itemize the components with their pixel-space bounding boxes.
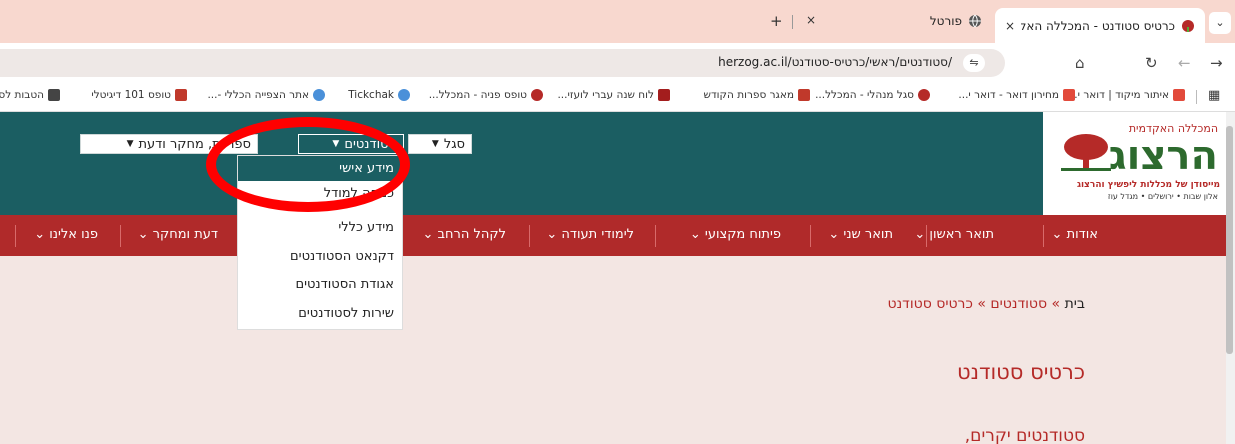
bookmark-icon <box>48 89 60 101</box>
bookmark-icon <box>531 89 543 101</box>
chevron-down-icon: ▼ <box>431 139 439 149</box>
chevron-down-icon: ⌄ <box>546 227 558 242</box>
menu-staff[interactable]: סגל ▼ <box>408 134 472 154</box>
tab-separator <box>792 15 793 29</box>
tab-search-chevron-icon[interactable]: ⌄ <box>1209 12 1231 34</box>
reload-icon[interactable]: ↻ <box>1145 54 1158 72</box>
scrollbar-thumb[interactable] <box>1226 126 1233 354</box>
breadcrumb: בית » סטודנטים » כרטיס סטודנט <box>888 296 1086 312</box>
browser-tab-bar: ⌄ כרטיס סטודנט - המכללה האקדמית × פורטל … <box>0 0 1235 43</box>
breadcrumb-separator: » <box>1051 296 1061 312</box>
breadcrumb-home[interactable]: בית <box>1065 296 1085 312</box>
page-scrollbar[interactable] <box>1226 112 1235 444</box>
chevron-down-icon: ⌄ <box>422 227 434 242</box>
bookmark-icon <box>798 89 810 101</box>
bookmarks-separator <box>1196 90 1197 104</box>
chevron-down-icon: ⌄ <box>34 227 46 242</box>
nav-general-public[interactable]: לקהל הרחב ⌄ <box>422 227 506 242</box>
bookmark-icon <box>1173 89 1185 101</box>
bookmark-icon <box>398 89 410 101</box>
site-logo[interactable]: המכללה האקדמית הרצוג מייסודן של מכללות ל… <box>1043 112 1226 215</box>
students-dropdown: מידע אישי כניסה למודל מידע כללי דקנאט הס… <box>237 155 403 330</box>
bookmark-item[interactable]: מחירון דואר - דואר י... <box>958 89 1075 101</box>
herzog-favicon-icon <box>1181 19 1195 33</box>
tab-title: כרטיס סטודנט - המכללה האקדמית <box>1021 18 1175 33</box>
menu-students[interactable]: סטודנטים ▼ <box>298 134 404 154</box>
page-title: כרטיס סטודנט <box>956 360 1085 384</box>
bookmark-item[interactable]: מאגר ספרות הקודש <box>704 89 810 101</box>
url-text[interactable]: herzog.ac.il/סטודנטים/ראשי/כרטיס-סטודנט/ <box>718 55 952 69</box>
breadcrumb-students[interactable]: סטודנטים <box>990 296 1047 312</box>
tab-portal[interactable]: פורטל <box>855 6 990 36</box>
chevron-down-icon: ▼ <box>332 139 340 149</box>
bookmark-icon <box>1063 89 1075 101</box>
page-content: בית » סטודנטים » כרטיס סטודנט כרטיס סטוד… <box>0 256 1226 444</box>
chevron-down-icon: ⌄ <box>828 227 840 242</box>
logo-wordmark: הרצוג <box>1108 133 1218 179</box>
logo-subtitle: מייסודן של מכללות ליפשיץ והרצוג <box>1076 180 1220 190</box>
nav-divider <box>120 225 121 247</box>
chevron-down-icon: ▼ <box>126 139 134 149</box>
tab-student-card[interactable]: כרטיס סטודנט - המכללה האקדמית × <box>995 8 1205 43</box>
forward-icon[interactable]: ← <box>1178 54 1191 72</box>
tree-logo-icon <box>1061 134 1111 171</box>
nav-contact[interactable]: פנו אלינו ⌄ <box>34 227 98 242</box>
bookmark-item[interactable]: סגל מנהלי - המכלל... <box>815 89 930 101</box>
bookmark-item[interactable]: Tickchak <box>348 89 410 101</box>
bookmark-icon <box>918 89 930 101</box>
nav-divider <box>810 225 811 247</box>
dropdown-student-services[interactable]: שירות לסטודנטים <box>298 306 394 321</box>
address-toolbar: herzog.ac.il/סטודנטים/ראשי/כרטיס-סטודנט/… <box>0 43 1235 81</box>
nav-certificate-studies[interactable]: לימודי תעודה ⌄ <box>546 227 634 242</box>
omnibox[interactable]: herzog.ac.il/סטודנטים/ראשי/כרטיס-סטודנט/… <box>0 49 1005 77</box>
menu-libraries-research[interactable]: ספריות, מחקר ודעת ▼ <box>80 134 258 154</box>
breadcrumb-separator: » <box>977 296 986 312</box>
nav-divider <box>926 225 927 247</box>
logo-locations: אלון שבות • ירושלים • מגדל עוז <box>1107 192 1218 201</box>
back-icon[interactable]: → <box>1210 54 1223 72</box>
bookmark-item[interactable]: אתר הצפייה הכללי -... <box>207 89 325 101</box>
bookmark-item[interactable]: טופס 101 דיגיטלי <box>91 89 187 101</box>
site-info-icon[interactable]: ⇋ <box>963 54 985 72</box>
nav-master[interactable]: תואר שני ⌄ <box>828 227 893 242</box>
new-tab-button[interactable]: + <box>770 12 783 30</box>
bookmark-item[interactable]: טופס פניה - המכלל... <box>429 89 543 101</box>
close-icon[interactable]: × <box>806 13 816 27</box>
bookmark-icon <box>313 89 325 101</box>
chevron-down-icon: ⌄ <box>137 227 149 242</box>
bookmark-item[interactable]: לוח שנה עברי לועזי... <box>557 89 670 101</box>
globe-icon <box>968 14 982 28</box>
dropdown-personal-info[interactable]: מידע אישי <box>238 156 402 181</box>
bookmark-icon <box>658 89 670 101</box>
bookmarks-bar: איתור מיקוד | דואר י... מחירון דואר - דו… <box>0 81 1235 112</box>
nav-divider <box>529 225 530 247</box>
nav-divider <box>655 225 656 247</box>
bookmark-icon <box>175 89 187 101</box>
bookmark-item[interactable]: הטבות לס <box>0 89 60 101</box>
dropdown-student-union[interactable]: אגודת הסטודנטים <box>295 277 394 292</box>
close-tab-icon[interactable]: × <box>1005 19 1015 33</box>
dropdown-moodle-login[interactable]: כניסה למודל <box>324 186 394 201</box>
dropdown-general-info[interactable]: מידע כללי <box>338 220 394 235</box>
chevron-down-icon: ⌄ <box>689 227 701 242</box>
home-icon[interactable]: ⌂ <box>1075 54 1085 72</box>
site-header: המכללה האקדמית הרצוג מייסודן של מכללות ל… <box>0 112 1226 215</box>
dropdown-dean-of-students[interactable]: דקנאט הסטודנטים <box>290 249 394 264</box>
chevron-down-icon: ⌄ <box>1051 227 1063 242</box>
nav-divider <box>1043 225 1044 247</box>
chevron-down-icon: ⌄ <box>914 227 926 242</box>
nav-professional-development[interactable]: פיתוח מקצועי ⌄ <box>690 227 781 242</box>
main-nav: אודות ⌄ תואר ראשון ⌄ תואר שני ⌄ פיתוח מק… <box>0 215 1226 256</box>
nav-about[interactable]: אודות ⌄ <box>1052 227 1098 242</box>
intro-text: סטודנטים יקרים, <box>964 426 1085 444</box>
nav-divider <box>15 225 16 247</box>
breadcrumb-current: כרטיס סטודנט <box>887 296 973 312</box>
nav-research[interactable]: דעת ומחקר ⌄ <box>138 227 218 242</box>
apps-grid-icon[interactable]: ▦ <box>1208 88 1220 103</box>
tab-title: פורטל <box>929 14 962 28</box>
bookmark-item[interactable]: איתור מיקוד | דואר י... <box>1068 89 1185 101</box>
